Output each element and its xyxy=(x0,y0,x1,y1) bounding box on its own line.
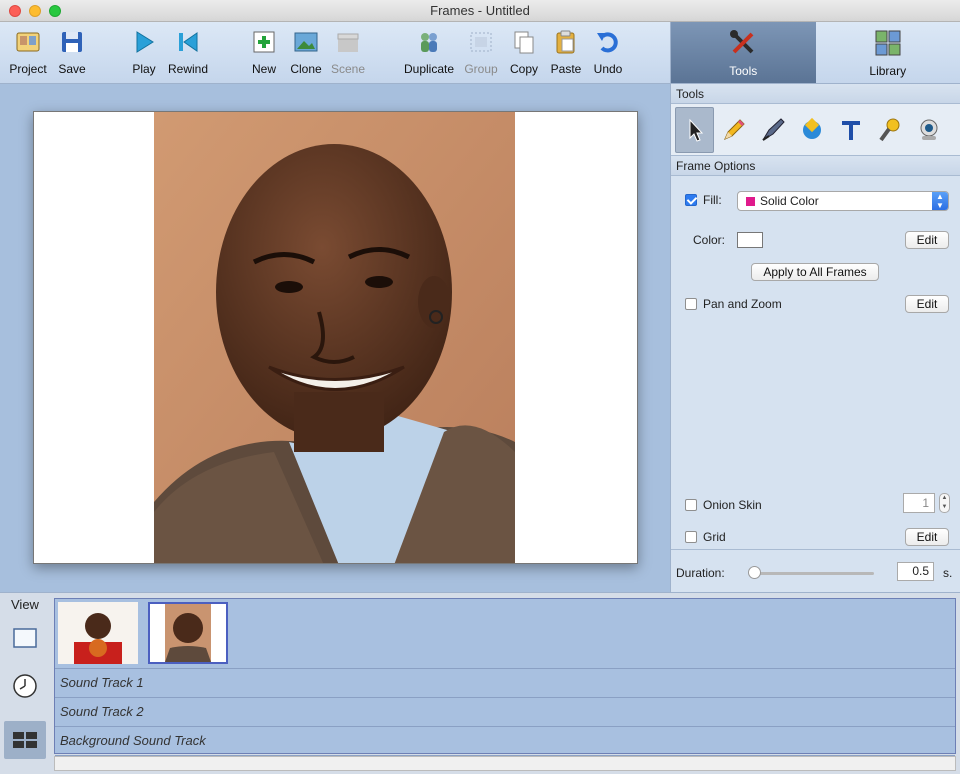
grid-checkbox[interactable] xyxy=(685,531,697,543)
frame-thumbnail-2-image xyxy=(150,604,226,662)
text-icon xyxy=(841,120,860,140)
frame-canvas[interactable] xyxy=(33,111,638,564)
tools-icon xyxy=(730,30,754,54)
frame-options: Fill: Solid Color ▲ ▼ Color: Edit Apply t… xyxy=(671,184,960,549)
view-column: View xyxy=(0,593,50,774)
select-arrows-icon: ▲ ▼ xyxy=(932,192,948,210)
zoom-window-button[interactable] xyxy=(49,5,61,17)
save-icon xyxy=(62,32,82,52)
onion-skin-checkbox[interactable] xyxy=(685,499,697,511)
panel-tabs: Tools Library xyxy=(671,22,960,84)
library-icon xyxy=(875,30,901,56)
storyboard-icon xyxy=(13,732,37,748)
pencil-tool[interactable] xyxy=(714,107,753,153)
duplicate-button[interactable]: Duplicate xyxy=(401,26,457,76)
grid-row: Grid xyxy=(685,530,726,544)
duration-input[interactable]: 0.5 xyxy=(897,562,934,581)
arrow-pointer-icon xyxy=(689,118,703,142)
duration-slider-track[interactable] xyxy=(754,572,874,575)
color-edit-button[interactable]: Edit xyxy=(905,231,949,249)
fill-swatch xyxy=(746,197,755,206)
record-tool[interactable] xyxy=(870,107,909,153)
shape-tool[interactable] xyxy=(792,107,831,153)
rewind-icon xyxy=(179,32,198,52)
pencil-icon xyxy=(723,118,745,140)
microphone-icon xyxy=(878,118,899,141)
onion-skin-row: Onion Skin xyxy=(685,498,762,512)
title-bar: Frames - Untitled xyxy=(0,0,960,22)
group-icon xyxy=(470,32,492,52)
select-tool[interactable] xyxy=(675,106,714,153)
pan-zoom-checkbox[interactable] xyxy=(685,298,697,310)
frame-thumbnail-1[interactable] xyxy=(58,602,138,664)
frame-thumbnail-1-image xyxy=(58,602,138,664)
background-sound-track[interactable]: Background Sound Track xyxy=(55,727,955,756)
window-title: Frames - Untitled xyxy=(430,3,530,18)
frame-thumbnails xyxy=(55,599,955,669)
pan-zoom-row: Pan and Zoom xyxy=(685,297,782,311)
clone-frame-icon xyxy=(294,32,318,52)
timeline-area: View Sound Track 1 Sound Track 2 Backgro… xyxy=(0,592,960,774)
main-toolbar: Project Save Play Rewind New Clone Scene… xyxy=(0,22,670,84)
pen-icon xyxy=(761,117,785,141)
frame-thumbnail-2[interactable] xyxy=(148,602,228,664)
duration-slider-thumb[interactable] xyxy=(748,566,761,579)
duplicate-icon xyxy=(421,33,437,52)
tools-row xyxy=(671,104,960,156)
frame-options-header: Frame Options xyxy=(671,156,960,176)
duration-unit: s. xyxy=(943,566,953,580)
undo-icon xyxy=(597,32,618,53)
onion-skin-stepper[interactable]: ▲ ▼ xyxy=(939,493,950,513)
apply-to-all-frames-button[interactable]: Apply to All Frames xyxy=(751,263,879,281)
timeline-scrollbar[interactable] xyxy=(54,756,956,771)
duration-bar: Duration: 0.5 s. xyxy=(671,549,960,592)
frame-photo[interactable] xyxy=(154,112,515,564)
new-frame-icon xyxy=(253,31,275,53)
text-tool[interactable] xyxy=(831,107,870,153)
grid-label: Grid xyxy=(703,530,726,544)
view-frames-button[interactable] xyxy=(4,619,46,657)
onion-skin-label: Onion Skin xyxy=(703,498,762,512)
fill-checkbox[interactable] xyxy=(685,194,697,206)
paste-icon xyxy=(556,30,575,54)
undo-button[interactable]: Undo xyxy=(580,26,636,76)
tab-tools[interactable]: Tools xyxy=(671,22,816,83)
fill-color-well[interactable] xyxy=(737,232,763,248)
close-window-button[interactable] xyxy=(9,5,21,17)
webcam-icon xyxy=(920,119,937,140)
view-label: View xyxy=(11,597,39,612)
scene-button[interactable]: Scene xyxy=(320,26,376,76)
onion-skin-count[interactable]: 1 xyxy=(903,493,935,513)
color-label: Color: xyxy=(693,233,726,247)
frame-view-icon xyxy=(13,628,37,648)
clock-icon xyxy=(13,674,37,698)
project-icon xyxy=(16,32,40,52)
view-storyboard-button[interactable] xyxy=(4,721,46,759)
fill-type-value: Solid Color xyxy=(760,194,819,208)
fill-label: Fill: xyxy=(703,193,722,207)
view-time-button[interactable] xyxy=(4,667,46,705)
shapes-icon xyxy=(802,117,821,139)
tools-header: Tools xyxy=(671,84,960,104)
grid-edit-button[interactable]: Edit xyxy=(905,528,949,546)
fill-row: Fill: xyxy=(685,193,722,207)
copy-icon xyxy=(514,31,534,54)
pen-tool[interactable] xyxy=(753,107,792,153)
play-icon xyxy=(136,31,154,53)
clapperboard-icon xyxy=(337,33,359,52)
fill-type-select[interactable]: Solid Color ▲ ▼ xyxy=(737,191,949,211)
inspector-panel: Tools Library Tools Frame Options Fill: … xyxy=(670,22,960,592)
camera-tool[interactable] xyxy=(909,107,948,153)
pan-zoom-edit-button[interactable]: Edit xyxy=(905,295,949,313)
pan-zoom-label: Pan and Zoom xyxy=(703,297,782,311)
rewind-button[interactable]: Rewind xyxy=(160,26,216,76)
minimize-window-button[interactable] xyxy=(29,5,41,17)
tab-library[interactable]: Library xyxy=(815,22,960,83)
save-button[interactable]: Save xyxy=(44,26,100,76)
sound-track-2[interactable]: Sound Track 2 xyxy=(55,698,955,727)
sound-track-1[interactable]: Sound Track 1 xyxy=(55,669,955,698)
stage-area[interactable] xyxy=(0,84,670,592)
duration-label: Duration: xyxy=(676,566,725,580)
timeline: Sound Track 1 Sound Track 2 Background S… xyxy=(54,598,956,756)
